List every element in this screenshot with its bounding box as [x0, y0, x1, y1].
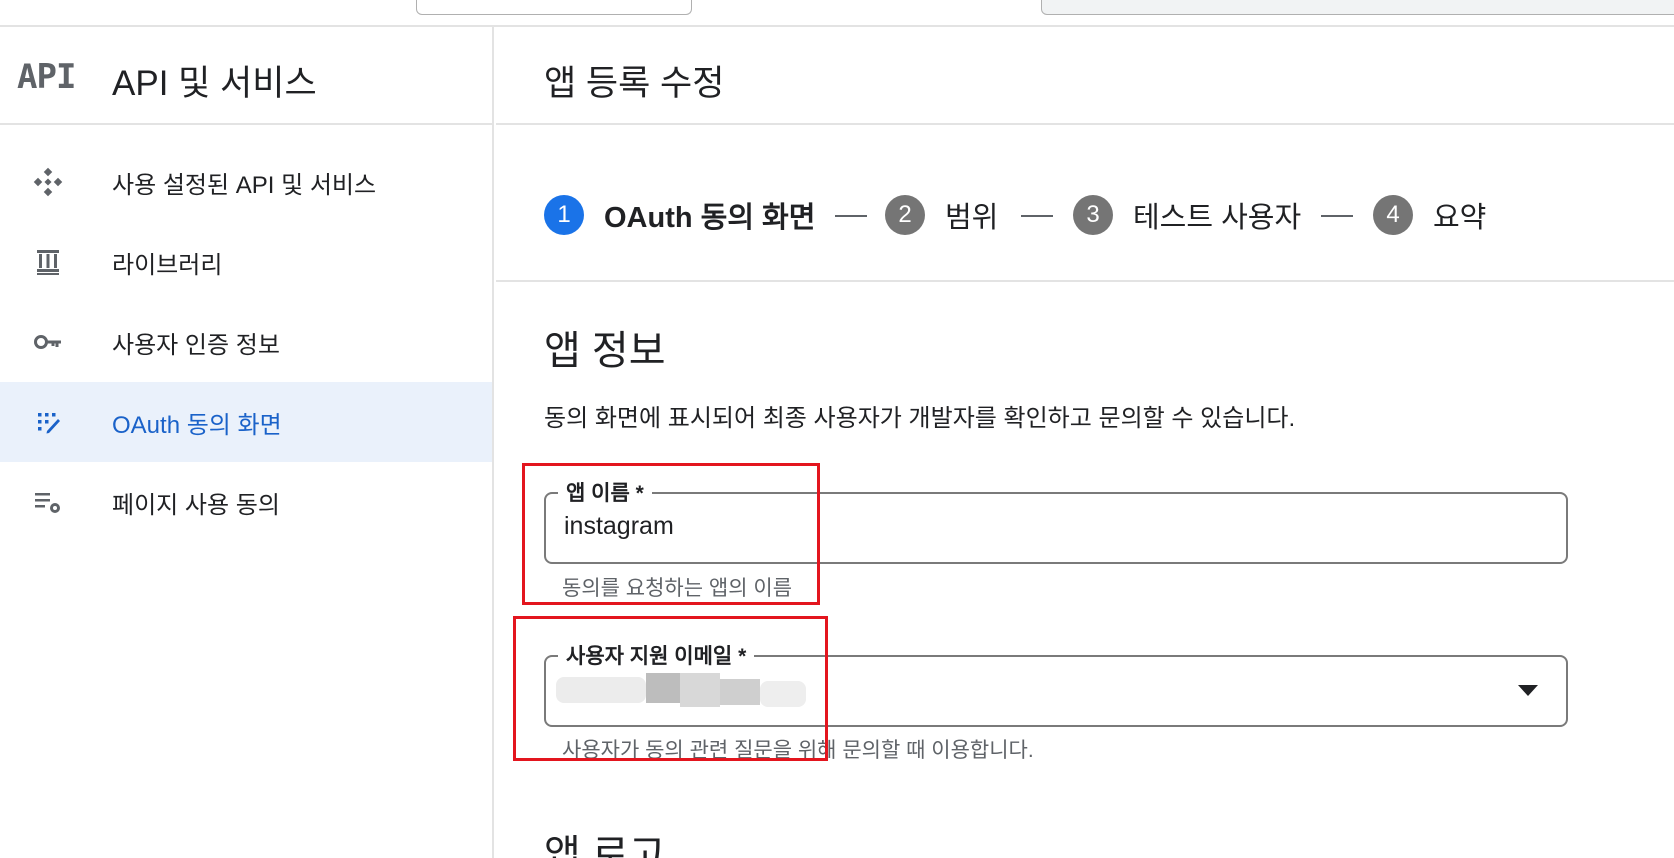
sidebar-nav: 사용 설정된 API 및 서비스 라이브러리 사용자 인증 정보 OAuth 동…: [0, 142, 492, 542]
sidebar-item-label: 사용자 인증 정보: [112, 331, 280, 359]
oauth-consent-icon: [32, 406, 64, 438]
api-logo: API: [17, 57, 76, 97]
sidebar-item-library[interactable]: 라이브러리: [0, 222, 492, 302]
top-search-box[interactable]: [1041, 0, 1674, 15]
chevron-down-icon[interactable]: [1518, 685, 1538, 696]
library-icon: [32, 246, 64, 278]
step-number: 4: [1373, 195, 1413, 235]
main-header: 앱 등록 수정: [496, 27, 1674, 125]
top-toolbar-box[interactable]: [416, 0, 692, 15]
page-title: 앱 등록 수정: [544, 64, 725, 103]
main-content: 앱 등록 수정 1 OAuth 동의 화면 2 범위 3 테스트 사용자 4 요…: [496, 27, 1674, 858]
step-oauth-consent[interactable]: 1 OAuth 동의 화면: [544, 195, 815, 235]
step-summary[interactable]: 4 요약: [1373, 195, 1486, 235]
step-connector: [1321, 215, 1353, 217]
sidebar-item-label: 라이브러리: [112, 251, 223, 279]
app-info-description: 동의 화면에 표시되어 최종 사용자가 개발자를 확인하고 문의할 수 있습니다…: [544, 405, 1296, 432]
settings-list-icon: [32, 486, 64, 518]
sidebar-item-enabled-apis[interactable]: 사용 설정된 API 및 서비스: [0, 142, 492, 222]
key-icon: [32, 326, 64, 358]
sidebar-item-oauth-consent[interactable]: OAuth 동의 화면: [0, 382, 492, 462]
step-number: 3: [1073, 195, 1113, 235]
step-connector: [1021, 215, 1053, 217]
sidebar: API API 및 서비스 사용 설정된 API 및 서비스 라이브러리 사용자…: [0, 27, 494, 858]
step-label: 테스트 사용자: [1133, 202, 1302, 234]
app-info-title: 앱 정보: [544, 329, 666, 373]
step-number: 1: [544, 195, 584, 235]
sidebar-item-label: OAuth 동의 화면: [112, 411, 282, 439]
sidebar-item-credentials[interactable]: 사용자 인증 정보: [0, 302, 492, 382]
api-diamond-icon: [32, 166, 64, 198]
highlight-box-app-name: [522, 463, 820, 605]
sidebar-header: API API 및 서비스: [0, 27, 494, 125]
step-number: 2: [885, 195, 925, 235]
step-scopes[interactable]: 2 범위: [885, 195, 998, 235]
step-connector: [835, 215, 867, 217]
sidebar-title: API 및 서비스: [112, 64, 317, 103]
step-label: 범위: [945, 202, 999, 234]
app-logo-title: 앱 로고: [544, 833, 666, 858]
sidebar-item-label: 사용 설정된 API 및 서비스: [112, 171, 377, 199]
browser-top-strip: [0, 0, 1674, 27]
stepper: 1 OAuth 동의 화면 2 범위 3 테스트 사용자 4 요약: [496, 125, 1674, 282]
step-test-users[interactable]: 3 테스트 사용자: [1073, 195, 1301, 235]
sidebar-item-page-usage-agreements[interactable]: 페이지 사용 동의: [0, 462, 492, 542]
highlight-box-support-email: [513, 616, 828, 761]
sidebar-item-label: 페이지 사용 동의: [112, 491, 280, 519]
step-label: 요약: [1433, 202, 1487, 234]
step-label: OAuth 동의 화면: [604, 202, 816, 234]
